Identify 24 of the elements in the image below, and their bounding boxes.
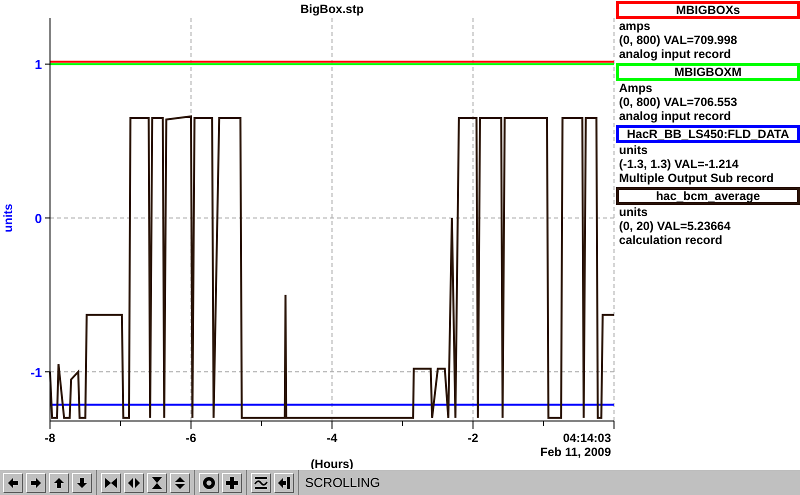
chart-title: BigBox.stp	[300, 2, 364, 16]
record-type: analog input record	[618, 47, 732, 61]
record-type: Multiple Output Sub record	[618, 171, 775, 185]
signal-reading: (0, 800) VAL=706.553	[618, 95, 738, 109]
y-axis-label: units	[1, 204, 15, 232]
x-tick-label: -4	[326, 431, 338, 445]
x-tick-label: -8	[44, 431, 56, 445]
y-tick-label: 1	[34, 57, 42, 72]
signal-units: units	[618, 143, 649, 157]
mode-status: SCROLLING	[305, 475, 380, 490]
record-type: calculation record	[618, 233, 724, 247]
record-type: analog input record	[618, 109, 732, 123]
signal-units: units	[618, 205, 649, 219]
y-tick-label: 0	[34, 210, 42, 226]
signal-reading: (-1.3, 1.3) VAL=-1.214	[618, 157, 740, 171]
date-label: Feb 11, 2009	[540, 445, 611, 459]
signal-reading: (0, 20) VAL=5.23664	[618, 219, 732, 233]
signal-units: Amps	[618, 81, 654, 95]
x-tick-label: -2	[468, 431, 478, 445]
time-label: 04:14:03	[562, 431, 611, 445]
signal-units: amps	[618, 19, 652, 33]
x-tick-label: -6	[186, 431, 196, 445]
signal-reading: (0, 800) VAL=709.998	[618, 33, 738, 47]
y-tick-label: -1	[30, 364, 42, 380]
